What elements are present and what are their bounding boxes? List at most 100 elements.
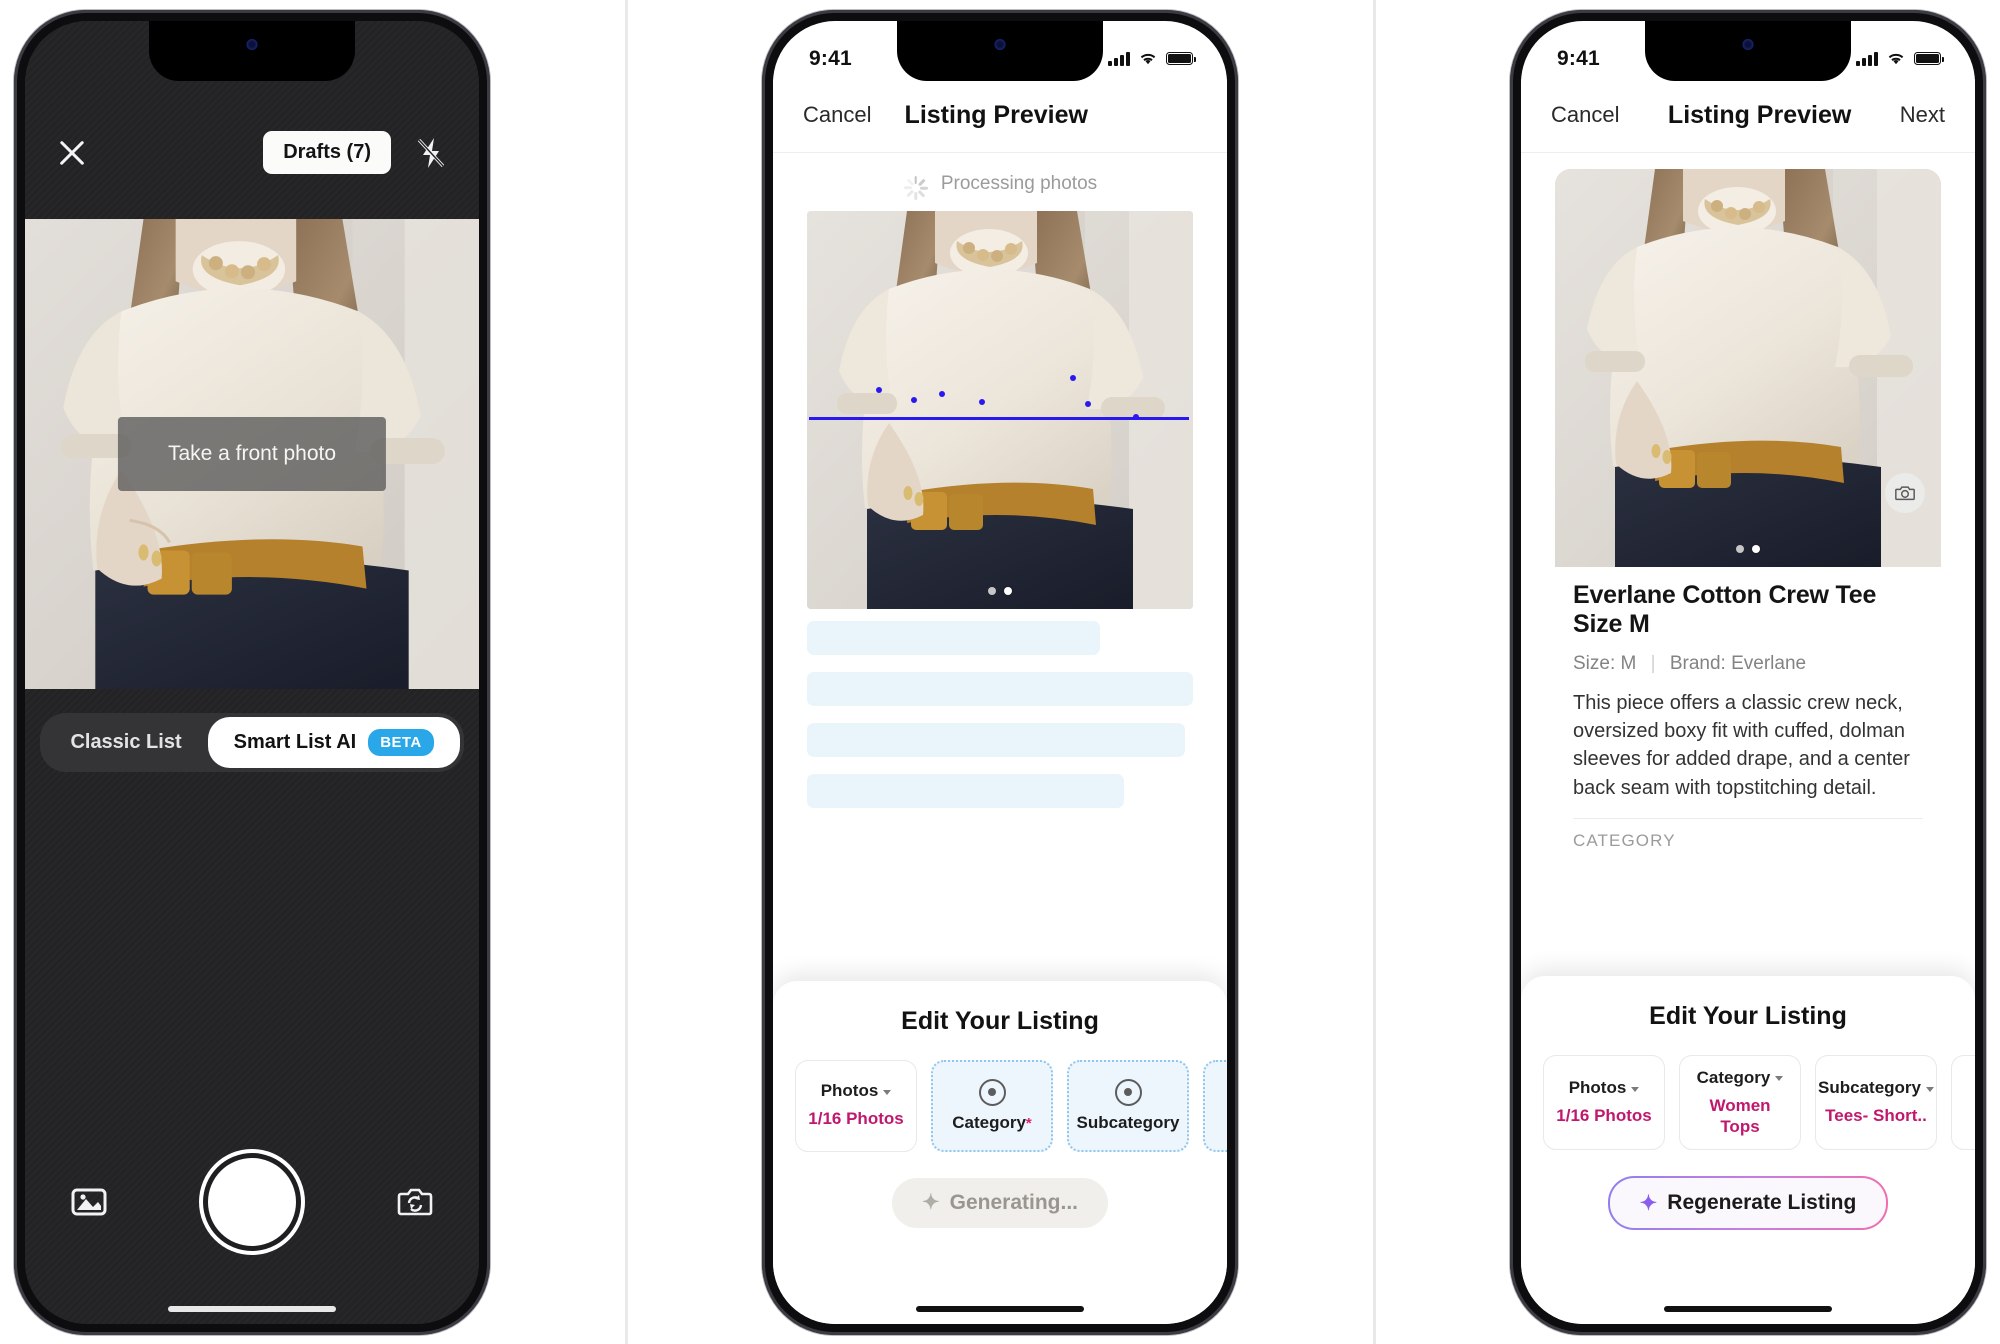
- wifi-icon: [1140, 53, 1156, 65]
- chevron-down-icon: [1926, 1086, 1934, 1092]
- mode-classic-list[interactable]: Classic List: [44, 719, 207, 766]
- listing-photo: [807, 210, 1193, 609]
- chip-category[interactable]: Category Women Tops: [1679, 1054, 1801, 1150]
- chip-brand[interactable]: Bra Eve: [1951, 1054, 1975, 1150]
- chevron-down-icon: [1631, 1086, 1640, 1092]
- regenerate-listing-button[interactable]: ✦ Regenerate Listing: [1608, 1176, 1889, 1230]
- attribute-chips[interactable]: Photos 1/16 Photos Category Women Tops S…: [1521, 1054, 1975, 1150]
- front-camera-dot: [994, 38, 1006, 50]
- product-description: This piece offers a classic crew neck, o…: [1573, 691, 1910, 799]
- camera-viewfinder[interactable]: Take a front photo: [25, 218, 479, 689]
- gallery-icon[interactable]: [69, 1182, 109, 1222]
- sparkle-icon: ✦: [922, 1191, 940, 1214]
- three-phone-mockup: Drafts (7) Take a front photo Classic Li…: [0, 0, 2000, 1344]
- cellular-signal-icon: [1856, 51, 1878, 66]
- chip-subcategory-label: Subcategory: [1818, 1078, 1921, 1098]
- status-icons: [1108, 51, 1197, 66]
- chip-category[interactable]: Category*: [931, 1059, 1053, 1152]
- chip-subcategory-value: Tees- Short..: [1825, 1106, 1927, 1126]
- chevron-down-icon: [883, 1089, 892, 1095]
- next-button[interactable]: Next: [1900, 102, 1945, 128]
- mode-smart-list-ai[interactable]: Smart List AI BETA: [207, 716, 460, 768]
- status-icons: [1856, 51, 1945, 66]
- chip-subcategory-head: Subcategory: [1818, 1078, 1934, 1098]
- chip-category-label: Category*: [952, 1113, 1032, 1133]
- phone-1-camera: Drafts (7) Take a front photo Classic Li…: [14, 9, 490, 1335]
- navigation-bar: Cancel Listing Preview: [773, 78, 1227, 153]
- listing-photo: [1555, 168, 1941, 567]
- chip-category-label: Category: [1696, 1067, 1771, 1087]
- skeleton-row: [807, 671, 1193, 706]
- carousel-dot-active[interactable]: [1004, 586, 1012, 595]
- chip-photos-value: 1/16 Photos: [808, 1109, 904, 1129]
- page-title: Listing Preview: [904, 100, 1088, 129]
- camera-top-bar: Drafts (7): [25, 113, 479, 193]
- chip-category-head: Category: [1697, 1068, 1784, 1088]
- carousel-dots[interactable]: [988, 586, 1012, 595]
- page-title: Listing Preview: [1667, 100, 1852, 129]
- add-circle-icon: [978, 1078, 1006, 1106]
- front-camera-dot: [246, 38, 258, 50]
- home-indicator: [916, 1305, 1084, 1312]
- sheet-title: Edit Your Listing: [901, 1006, 1099, 1035]
- product-brand: Brand: Everlane: [1669, 652, 1807, 674]
- chip-photos-head: Photos: [1569, 1078, 1640, 1098]
- carousel-dot-active[interactable]: [1752, 544, 1760, 553]
- flip-camera-icon[interactable]: [395, 1182, 435, 1222]
- notch: [149, 20, 355, 81]
- navigation-bar: Cancel Listing Preview Next: [1521, 78, 1975, 153]
- photo-carousel[interactable]: [807, 210, 1193, 609]
- product-meta: Size: M | Brand: Everlane: [1573, 653, 1923, 675]
- camera-top-right-group: Drafts (7): [263, 131, 449, 174]
- sparkle-icon: ✦: [1639, 1191, 1658, 1215]
- list-mode-switch: Classic List Smart List AI BETA: [25, 712, 479, 772]
- home-indicator: [1664, 1305, 1832, 1312]
- chip-subcategory[interactable]: Subcategory: [1067, 1059, 1189, 1152]
- battery-icon: [1914, 52, 1945, 65]
- carousel-dot[interactable]: [988, 586, 996, 595]
- photo-carousel[interactable]: [1555, 168, 1941, 567]
- category-section-label: CATEGORY: [1573, 831, 1676, 851]
- detail-divider: [1573, 818, 1923, 820]
- processing-status: Processing photos: [773, 161, 1227, 207]
- front-camera-dot: [1742, 38, 1754, 50]
- home-indicator: [168, 1305, 336, 1312]
- drafts-button[interactable]: Drafts (7): [263, 131, 391, 174]
- attribute-chips[interactable]: Photos 1/16 Photos Category* Subcategory: [773, 1059, 1227, 1152]
- regenerate-label: Regenerate Listing: [1667, 1191, 1857, 1214]
- sheet-action-row: ✦ Generating...: [773, 1177, 1227, 1228]
- sheet-title: Edit Your Listing: [1649, 1001, 1847, 1030]
- shutter-button[interactable]: [208, 1157, 296, 1246]
- product-title: Everlane Cotton Crew Tee Size M: [1573, 580, 1877, 638]
- chip-photos-head: Photos: [821, 1081, 892, 1101]
- phone-2-processing: 9:41 Cancel Listing Preview Processing p…: [762, 9, 1238, 1335]
- product-size: Size: M: [1573, 652, 1637, 674]
- camera-icon[interactable]: [1885, 472, 1925, 513]
- notch: [1645, 20, 1851, 81]
- battery-icon: [1166, 52, 1197, 65]
- chip-photos-label: Photos: [1568, 1078, 1627, 1098]
- generating-button: ✦ Generating...: [892, 1177, 1108, 1228]
- chip-photos[interactable]: Photos 1/16 Photos: [795, 1059, 917, 1152]
- camera-controls: [25, 1157, 479, 1246]
- generating-label: Generating...: [949, 1190, 1078, 1214]
- chevron-down-icon: [1775, 1076, 1784, 1081]
- edit-listing-sheet: Edit Your Listing Photos 1/16 Photos Cat…: [773, 980, 1227, 1324]
- chip-subcategory[interactable]: Subcategory Tees- Short..: [1815, 1054, 1937, 1150]
- required-indicator: *: [1025, 1114, 1032, 1132]
- skeleton-row: [807, 722, 1186, 757]
- flash-off-icon[interactable]: [413, 135, 449, 171]
- camera-screen: Drafts (7) Take a front photo Classic Li…: [25, 20, 479, 1324]
- chip-photos[interactable]: Photos 1/16 Photos: [1543, 1054, 1665, 1150]
- chip-photos-value: 1/16 Photos: [1556, 1106, 1652, 1126]
- panel-divider-1: [624, 0, 628, 1344]
- panel-divider-2: [1372, 0, 1376, 1344]
- chip-brand-partial[interactable]: B: [1203, 1059, 1227, 1152]
- listing-skeleton-placeholder: [807, 620, 1193, 808]
- carousel-dot[interactable]: [1736, 544, 1744, 553]
- status-time: 9:41: [809, 46, 852, 70]
- close-icon[interactable]: [55, 136, 89, 170]
- cancel-button[interactable]: Cancel: [803, 102, 871, 128]
- carousel-dots[interactable]: [1736, 544, 1760, 553]
- cancel-button[interactable]: Cancel: [1551, 102, 1619, 128]
